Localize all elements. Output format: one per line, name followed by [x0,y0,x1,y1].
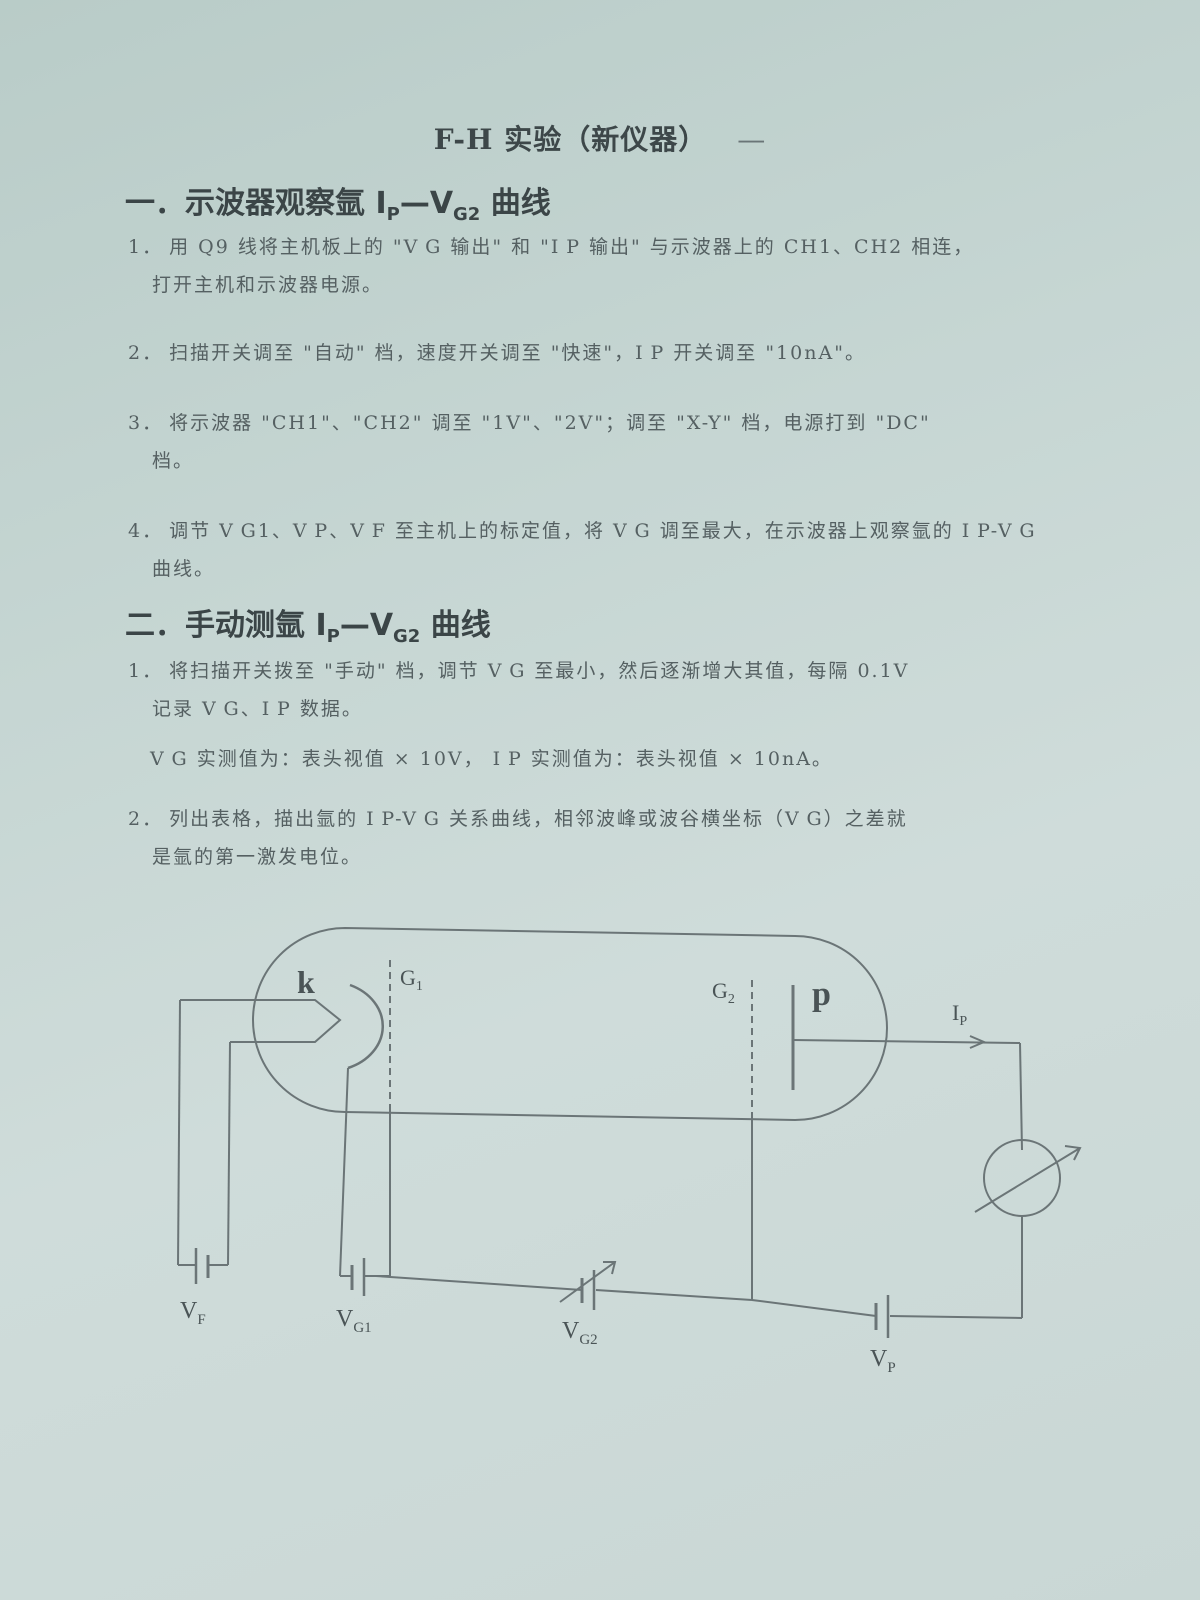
wire-g2-to-vg2 [595,1289,753,1301]
label-vp-sub: P [887,1360,895,1376]
label-ip-sub: P [959,1014,967,1029]
filament-lead-left [177,999,181,1266]
franck-hertz-circuit-diagram: k G1 G2 p IP VF VG1 VG2 VP [177,926,1082,1376]
label-g1-sub: 1 [416,979,423,994]
label-vp-main: V [870,1346,888,1372]
label-vg1: VG1 [336,1306,372,1336]
label-g2-main: G [712,978,728,1003]
label-vg2: VG2 [562,1318,598,1348]
wire-bottom-right [889,1315,1023,1319]
wire-vg2-to-g1 [375,1275,583,1291]
label-vg2-sub: G2 [579,1332,597,1348]
label-vg1-main: V [336,1306,354,1332]
cathode-lead [339,1067,349,1277]
label-vg1-sub: G1 [353,1320,371,1336]
label-g2-sub: 2 [728,992,735,1007]
label-k: k [297,964,315,1000]
vg2-adjust-arrow [559,1261,616,1303]
label-g2: G2 [712,978,735,1007]
wire-right-top [1019,1042,1023,1151]
label-g1: G1 [400,965,423,994]
label-vf: VF [180,1298,206,1328]
filament [180,999,342,1043]
label-ip-main: I [952,1000,959,1025]
current-meter [983,1139,1061,1217]
label-vg2-main: V [562,1318,580,1344]
label-g1-main: G [400,965,416,990]
label-vp: VP [870,1346,896,1376]
label-p: p [812,976,831,1013]
plate-lead [792,1039,1021,1044]
label-vf-sub: F [197,1312,205,1328]
label-ip: IP [952,1000,967,1029]
wire-vp-to-g2 [751,1299,877,1317]
label-vf-main: V [180,1298,198,1324]
filament-lead-right [227,1041,231,1266]
cathode [347,983,384,1070]
document-page: F-H 实验（新仪器） — 一．示波器观察氩 IP—VG2 曲线 1．用 Q9 线… [0,0,1200,1600]
